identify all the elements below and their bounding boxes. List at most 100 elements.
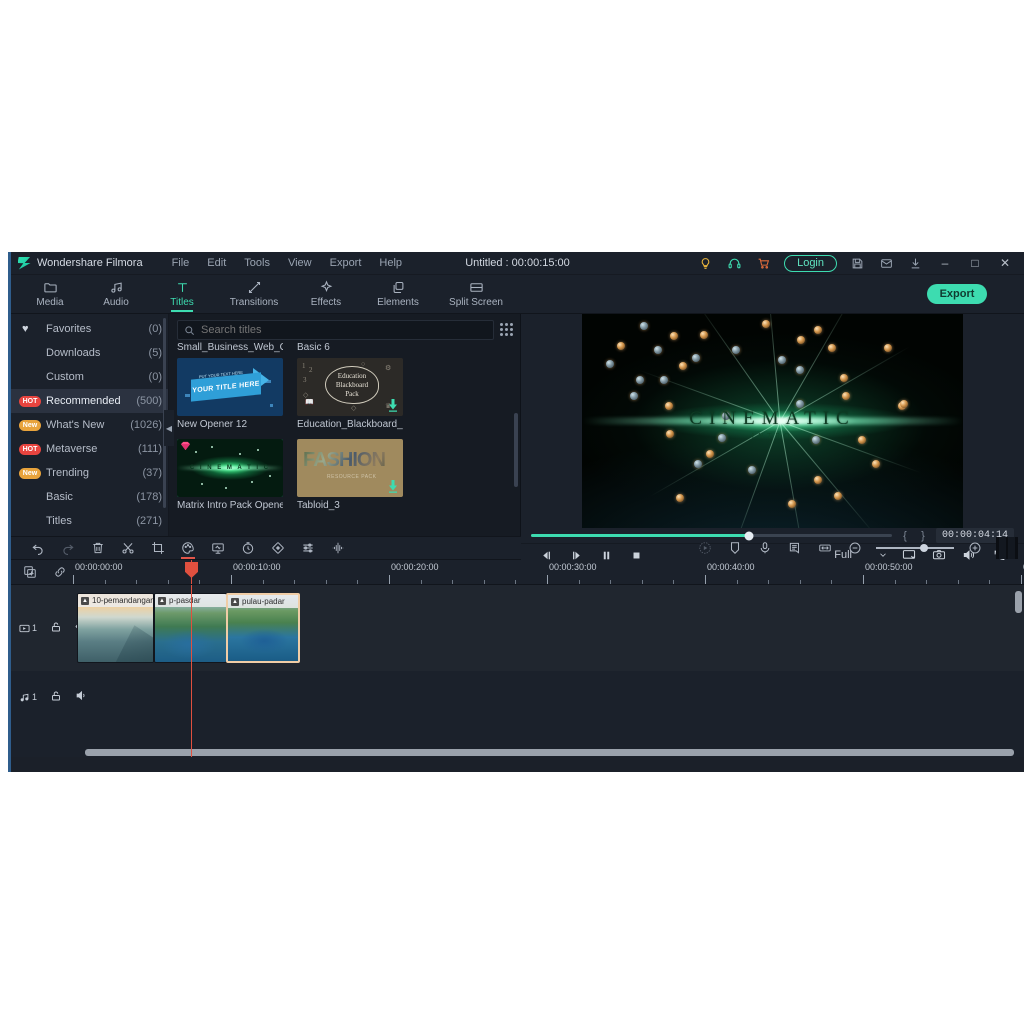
category-metaverse[interactable]: HOT Metaverse (111) bbox=[11, 437, 168, 461]
tab-media[interactable]: Media bbox=[17, 275, 83, 314]
download-icon[interactable] bbox=[901, 252, 930, 275]
category-sidebar: ♥ Favorites (0) Downloads (5) Custom (0)… bbox=[11, 314, 169, 536]
search-box[interactable] bbox=[177, 320, 494, 340]
headset-icon[interactable] bbox=[720, 252, 749, 275]
color-icon[interactable] bbox=[173, 536, 203, 560]
tab-elements[interactable]: Elements bbox=[359, 275, 437, 314]
tile-education-blackboard[interactable]: 1 2 3 ⚙ ○ ◇ 📖 ◇ ♛ Education bbox=[297, 358, 403, 435]
fit-timeline-icon[interactable] bbox=[810, 536, 840, 560]
ruler-minor-tick bbox=[105, 580, 106, 584]
mail-icon[interactable] bbox=[872, 252, 901, 275]
menu-edit[interactable]: Edit bbox=[198, 255, 235, 271]
crop-icon[interactable] bbox=[143, 536, 173, 560]
tab-split-screen[interactable]: Split Screen bbox=[437, 275, 515, 314]
export-button[interactable]: Export bbox=[927, 284, 987, 304]
tile-thumbnail[interactable]: C I N E M A T I C bbox=[177, 439, 283, 497]
category-basic[interactable]: Basic (178) bbox=[11, 485, 168, 509]
undo-icon[interactable] bbox=[23, 536, 53, 560]
search-input[interactable] bbox=[201, 324, 487, 336]
ruler-minor-tick bbox=[421, 580, 422, 584]
download-icon[interactable] bbox=[387, 398, 399, 412]
category-custom[interactable]: Custom (0) bbox=[11, 365, 168, 389]
category-downloads[interactable]: Downloads (5) bbox=[11, 341, 168, 365]
titles-scroll-area[interactable]: Small_Business_Web_O... Basic 6 YOUR bbox=[169, 341, 520, 536]
video-track-1[interactable]: 1 ▲ 10-pemandangan ▲ bbox=[11, 585, 1024, 671]
timeline-clip[interactable]: ▲ 10-pemandangan bbox=[77, 593, 154, 663]
marker-icon[interactable] bbox=[720, 536, 750, 560]
keyframe-icon[interactable] bbox=[263, 536, 293, 560]
menu-help[interactable]: Help bbox=[370, 255, 411, 271]
ruler-major-tick bbox=[231, 575, 232, 584]
ruler-major-tick bbox=[705, 575, 706, 584]
timeline-ruler[interactable]: 00:00:00:0000:00:10:0000:00:20:0000:00:3… bbox=[73, 560, 1024, 584]
maximize-button[interactable]: □ bbox=[960, 252, 990, 275]
collapse-sidebar-icon[interactable]: ◀ bbox=[164, 410, 174, 446]
timeline-vertical-scrollbar[interactable] bbox=[1015, 591, 1022, 613]
download-icon[interactable] bbox=[387, 479, 399, 493]
tile-thumbnail[interactable]: FASHION RESOURCE PACK bbox=[297, 439, 403, 497]
unlock-icon[interactable] bbox=[50, 690, 62, 705]
category-recommended[interactable]: HOT Recommended (500) bbox=[11, 389, 168, 413]
voiceover-icon[interactable] bbox=[750, 536, 780, 560]
grid-view-icon[interactable] bbox=[500, 323, 514, 337]
detach-audio-icon[interactable] bbox=[323, 536, 353, 560]
ruler-major-tick bbox=[547, 575, 548, 584]
tile-thumbnail[interactable]: YOUR TITLE HERE PUT YOUR TEXT HERE bbox=[177, 358, 283, 416]
video-canvas[interactable]: CINEMATIC INTRO bbox=[582, 314, 963, 528]
speed-icon[interactable] bbox=[233, 536, 263, 560]
tile-new-opener-12[interactable]: YOUR TITLE HERE PUT YOUR TEXT HERE New O… bbox=[177, 358, 283, 435]
timeline-tracks[interactable]: 1 ▲ 10-pemandangan ▲ bbox=[11, 585, 1024, 757]
subtitle-icon[interactable] bbox=[780, 536, 810, 560]
audio-track-1[interactable]: 1 bbox=[11, 671, 1024, 723]
category-count: (0) bbox=[149, 323, 162, 335]
split-icon[interactable] bbox=[113, 536, 143, 560]
timeline-clip-selected[interactable]: ▲ pulau-padar bbox=[226, 593, 300, 663]
menu-view[interactable]: View bbox=[279, 255, 321, 271]
zoom-in-icon[interactable] bbox=[960, 536, 990, 560]
grid-scrollbar[interactable] bbox=[514, 413, 518, 487]
tiles-grid: Small_Business_Web_O... Basic 6 YOUR bbox=[177, 341, 512, 520]
category-titles[interactable]: Titles (271) bbox=[11, 509, 168, 533]
speaker-icon[interactable] bbox=[75, 689, 88, 705]
zoom-slider-handle[interactable] bbox=[920, 544, 928, 552]
login-button[interactable]: Login bbox=[784, 255, 837, 272]
category-trending[interactable]: New Trending (37) bbox=[11, 461, 168, 485]
delete-icon[interactable] bbox=[83, 536, 113, 560]
menu-export[interactable]: Export bbox=[321, 255, 371, 271]
tab-audio[interactable]: Audio bbox=[83, 275, 149, 314]
split-screen-icon bbox=[469, 280, 484, 295]
close-button[interactable]: ✕ bbox=[990, 252, 1020, 275]
menu-file[interactable]: File bbox=[163, 255, 199, 271]
category-favorites[interactable]: ♥ Favorites (0) bbox=[11, 317, 168, 341]
redo-icon[interactable] bbox=[53, 536, 83, 560]
zoom-out-icon[interactable] bbox=[840, 536, 870, 560]
tab-titles[interactable]: Titles bbox=[149, 275, 215, 314]
add-track-icon[interactable] bbox=[17, 560, 43, 584]
green-screen-icon[interactable] bbox=[203, 536, 233, 560]
record-icon[interactable] bbox=[690, 536, 720, 560]
panel-resize-grip[interactable] bbox=[996, 537, 1018, 559]
preview-panel: CINEMATIC INTRO { } 00:00:04:14 bbox=[521, 314, 1024, 536]
category-whats-new[interactable]: New What's New (1026) bbox=[11, 413, 168, 437]
tile-tabloid-3[interactable]: FASHION RESOURCE PACK Tabloid_3 bbox=[297, 439, 403, 516]
bulb-icon[interactable] bbox=[691, 252, 720, 275]
playhead-ruler[interactable] bbox=[191, 560, 192, 584]
audio-mixer-icon[interactable] bbox=[293, 536, 323, 560]
ruler-minor-tick bbox=[515, 580, 516, 584]
minimize-button[interactable]: – bbox=[930, 252, 960, 275]
menu-tools[interactable]: Tools bbox=[235, 255, 279, 271]
tab-transitions[interactable]: Transitions bbox=[215, 275, 293, 314]
category-label: Favorites bbox=[46, 323, 149, 335]
timeline-zoom-slider[interactable] bbox=[876, 547, 954, 549]
tab-elements-label: Elements bbox=[377, 297, 419, 308]
link-icon[interactable] bbox=[47, 560, 73, 584]
unlock-icon[interactable] bbox=[50, 621, 62, 636]
timeline-horizontal-scrollbar[interactable] bbox=[85, 749, 1014, 756]
save-icon[interactable] bbox=[843, 252, 872, 275]
tile-matrix-intro-pack[interactable]: C I N E M A T I C bbox=[177, 439, 283, 516]
cart-icon[interactable] bbox=[749, 252, 778, 275]
category-label: Recommended bbox=[46, 395, 136, 407]
gem-icon bbox=[180, 441, 191, 451]
tab-effects[interactable]: Effects bbox=[293, 275, 359, 314]
tile-thumbnail[interactable]: 1 2 3 ⚙ ○ ◇ 📖 ◇ ♛ Education bbox=[297, 358, 403, 416]
